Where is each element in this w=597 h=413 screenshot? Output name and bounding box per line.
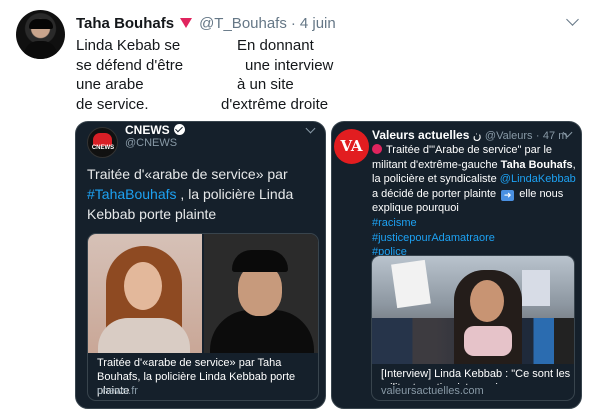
display-name[interactable]: Taha Bouhafs [76,15,174,32]
chevron-down-icon[interactable] [305,123,316,134]
separator-dot: · [290,14,296,32]
quoted-tweet-cnews[interactable]: CNEWS CNEWS @CNEWS Traitée d'«arabe de s… [75,121,326,409]
tweet-header: Taha Bouhafs @T_Bouhafs · 4 juin [76,12,579,34]
text-right-line: une interview [245,56,334,74]
card-domain: cnews.fr [97,385,138,397]
avatar-cap [29,19,53,29]
quoted-tweet-valeurs[interactable]: VA Valeurs actuelles ن @Valeurs · 47 m T… [331,121,582,409]
mention-link[interactable]: @LindaKebbab [500,173,576,185]
hashtag-link[interactable]: #racisme [372,217,417,229]
tweet-text: Linda Kebab se se défend d'être une arab… [76,36,346,116]
pink-triangle-icon [180,18,193,28]
hashtag-link[interactable]: #justicepourAdamatraore [372,232,495,244]
arrow-right-icon: ➜ [501,189,515,201]
quote-text: Traitée d'"Arabe de service" par le mili… [372,144,576,259]
photo-woman [88,234,202,353]
separator-dot: · [535,130,540,142]
avatar[interactable] [16,10,65,59]
text-right-line: d'extrême droite [221,95,329,113]
quote-author-name[interactable]: Valeurs actuelles [372,128,469,142]
va-logo[interactable]: VA [334,129,369,164]
card-domain: valeursactuelles.com [381,385,571,397]
text-right-line: à un site [237,76,294,93]
quote-text: Traitée d'«arabe de service» par #TahaBo… [87,166,294,222]
text-left-line: Linda Kebab se [76,37,181,54]
link-card-valeurs[interactable]: [Interview] Linda Kebbab : "Ce sont les … [371,255,575,401]
link-card-cnews[interactable]: Traitée d'«arabe de service» par Taha Bo… [87,233,319,401]
photo-protest [372,256,574,364]
hashtag-link[interactable]: #TahaBouhafs [87,186,177,202]
tweet-date[interactable]: 4 juin [300,15,336,32]
cnews-logo[interactable]: CNEWS [87,127,118,158]
avatar-shirt [24,41,57,59]
handle[interactable]: @T_Bouhafs [199,15,287,32]
text-left-line: une arabe [76,76,144,93]
card-image [372,256,574,364]
red-circle-icon [372,144,382,154]
card-image [88,234,318,353]
name-suffix: ن [472,128,482,142]
text-left-line: de service. [76,95,149,113]
quote-author-handle[interactable]: @Valeurs [485,130,533,142]
text-right-line: En donnant [237,37,314,54]
photo-man [204,234,318,353]
chevron-down-icon[interactable] [566,13,579,26]
quote-author-name[interactable]: CNEWS [125,123,170,137]
text-left-line: se défend d'être [76,56,184,74]
verified-check-icon [173,124,185,135]
quote-author-handle[interactable]: @CNEWS [125,137,177,149]
